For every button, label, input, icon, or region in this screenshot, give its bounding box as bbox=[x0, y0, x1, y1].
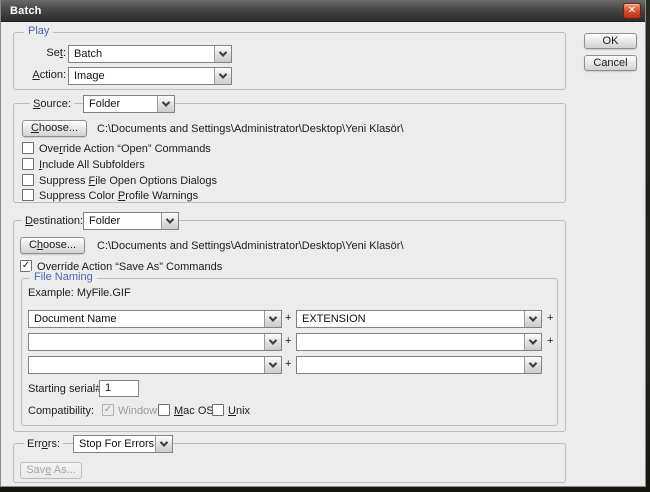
unix-label[interactable]: Unix bbox=[228, 405, 250, 417]
chevron-down-icon bbox=[268, 313, 278, 322]
naming-field-3-value bbox=[29, 334, 264, 350]
play-group: Play Set: Batch Action: Image bbox=[13, 25, 566, 90]
include-subfolders-label[interactable]: Include All Subfolders bbox=[39, 159, 145, 171]
chevron-down-icon bbox=[528, 359, 538, 368]
errors-select-value: Stop For Errors bbox=[79, 438, 155, 450]
file-naming-group: File Naming Example: MyFile.GIF Document… bbox=[21, 271, 558, 426]
naming-field-1-arrow[interactable] bbox=[264, 311, 281, 327]
chevron-down-icon bbox=[268, 336, 278, 345]
set-label: Set: bbox=[46, 47, 66, 59]
naming-field-6-arrow[interactable] bbox=[524, 357, 541, 373]
override-open-label[interactable]: Override Action “Open” Commands bbox=[39, 143, 211, 155]
errors-label: Errors: bbox=[24, 438, 64, 450]
errors-select-arrow[interactable] bbox=[155, 436, 172, 452]
plus-separator: + bbox=[547, 312, 554, 324]
naming-field-2-value: EXTENSION bbox=[302, 313, 366, 325]
plus-separator: + bbox=[285, 358, 292, 370]
source-group: Source: Folder Choose... C:\Documents an… bbox=[13, 95, 566, 203]
naming-field-6-value bbox=[297, 357, 524, 373]
dialog-body: Play Set: Batch Action: Image OK Cancel … bbox=[1, 22, 645, 486]
naming-field-4-arrow[interactable] bbox=[524, 334, 541, 350]
source-select-value: Folder bbox=[89, 98, 121, 110]
destination-select[interactable]: Folder bbox=[83, 212, 179, 230]
source-select[interactable]: Folder bbox=[83, 95, 175, 113]
mac-os-label[interactable]: Mac OS bbox=[174, 405, 214, 417]
naming-field-4-value bbox=[297, 334, 524, 350]
chevron-down-icon bbox=[165, 215, 175, 224]
destination-path: C:\Documents and Settings\Administrator\… bbox=[97, 240, 404, 252]
naming-field-3[interactable] bbox=[28, 333, 282, 351]
chevron-down-icon bbox=[161, 98, 171, 107]
chevron-down-icon bbox=[218, 70, 228, 79]
naming-field-3-arrow[interactable] bbox=[264, 334, 281, 350]
compatibility-label: Compatibility: bbox=[28, 405, 95, 417]
play-group-legend: Play bbox=[24, 25, 54, 37]
action-select-value: Image bbox=[74, 70, 105, 82]
chevron-down-icon bbox=[528, 336, 538, 345]
desktop-background: Batch ✕ Play Set: Batch Action: Image OK… bbox=[0, 0, 650, 492]
chevron-down-icon bbox=[218, 48, 228, 57]
include-subfolders-checkbox[interactable] bbox=[22, 158, 34, 170]
set-select-value: Batch bbox=[74, 48, 103, 60]
plus-separator: + bbox=[285, 335, 292, 347]
naming-field-1[interactable]: Document Name bbox=[28, 310, 282, 328]
naming-field-5-value bbox=[29, 357, 264, 373]
set-select[interactable]: Batch bbox=[68, 45, 232, 63]
chevron-down-icon bbox=[268, 359, 278, 368]
file-naming-example: Example: MyFile.GIF bbox=[28, 287, 131, 299]
naming-field-5[interactable] bbox=[28, 356, 282, 374]
plus-separator: + bbox=[547, 335, 554, 347]
suppress-file-open-label[interactable]: Suppress File Open Options Dialogs bbox=[39, 175, 217, 187]
starting-serial-input[interactable]: 1 bbox=[99, 380, 139, 397]
save-as-button: Save As... bbox=[20, 462, 82, 479]
action-select-arrow[interactable] bbox=[214, 68, 231, 84]
naming-field-2[interactable]: EXTENSION bbox=[296, 310, 542, 328]
titlebar[interactable]: Batch ✕ bbox=[1, 0, 645, 22]
errors-group: Errors: Stop For Errors Save As... bbox=[13, 435, 566, 483]
naming-field-5-arrow[interactable] bbox=[264, 357, 281, 373]
suppress-color-profile-checkbox[interactable] bbox=[22, 189, 34, 201]
source-path: C:\Documents and Settings\Administrator\… bbox=[97, 123, 404, 135]
source-label: Source: bbox=[30, 98, 74, 110]
ok-button[interactable]: OK bbox=[584, 33, 637, 49]
cancel-button[interactable]: Cancel bbox=[584, 55, 637, 71]
unix-checkbox[interactable] bbox=[212, 404, 224, 416]
naming-field-1-value: Document Name bbox=[34, 313, 117, 325]
starting-serial-label: Starting serial#: bbox=[28, 383, 105, 395]
naming-field-6[interactable] bbox=[296, 356, 542, 374]
suppress-color-profile-label[interactable]: Suppress Color Profile Warnings bbox=[39, 190, 198, 202]
action-label: Action: bbox=[32, 69, 66, 81]
naming-field-4[interactable] bbox=[296, 333, 542, 351]
destination-label: Destination: bbox=[22, 215, 87, 227]
naming-field-2-arrow[interactable] bbox=[524, 311, 541, 327]
window-title: Batch bbox=[10, 4, 42, 17]
source-choose-button[interactable]: Choose... bbox=[22, 120, 87, 137]
errors-select[interactable]: Stop For Errors bbox=[73, 435, 173, 453]
mac-os-checkbox[interactable] bbox=[158, 404, 170, 416]
set-select-arrow[interactable] bbox=[214, 46, 231, 62]
chevron-down-icon bbox=[528, 313, 538, 322]
destination-select-arrow[interactable] bbox=[161, 213, 178, 229]
chevron-down-icon bbox=[159, 438, 169, 447]
override-open-checkbox[interactable] bbox=[22, 142, 34, 154]
file-naming-legend: File Naming bbox=[30, 271, 97, 283]
destination-choose-button[interactable]: Choose... bbox=[20, 237, 85, 254]
close-button[interactable]: ✕ bbox=[623, 3, 641, 19]
batch-dialog: Batch ✕ Play Set: Batch Action: Image OK… bbox=[0, 0, 646, 487]
destination-select-value: Folder bbox=[89, 215, 121, 227]
windows-label: Windows bbox=[118, 405, 163, 417]
plus-separator: + bbox=[285, 312, 292, 324]
close-icon: ✕ bbox=[627, 5, 637, 16]
windows-checkbox: ✓ bbox=[102, 404, 114, 416]
source-select-arrow[interactable] bbox=[157, 96, 174, 112]
action-select[interactable]: Image bbox=[68, 67, 232, 85]
suppress-file-open-checkbox[interactable] bbox=[22, 174, 34, 186]
